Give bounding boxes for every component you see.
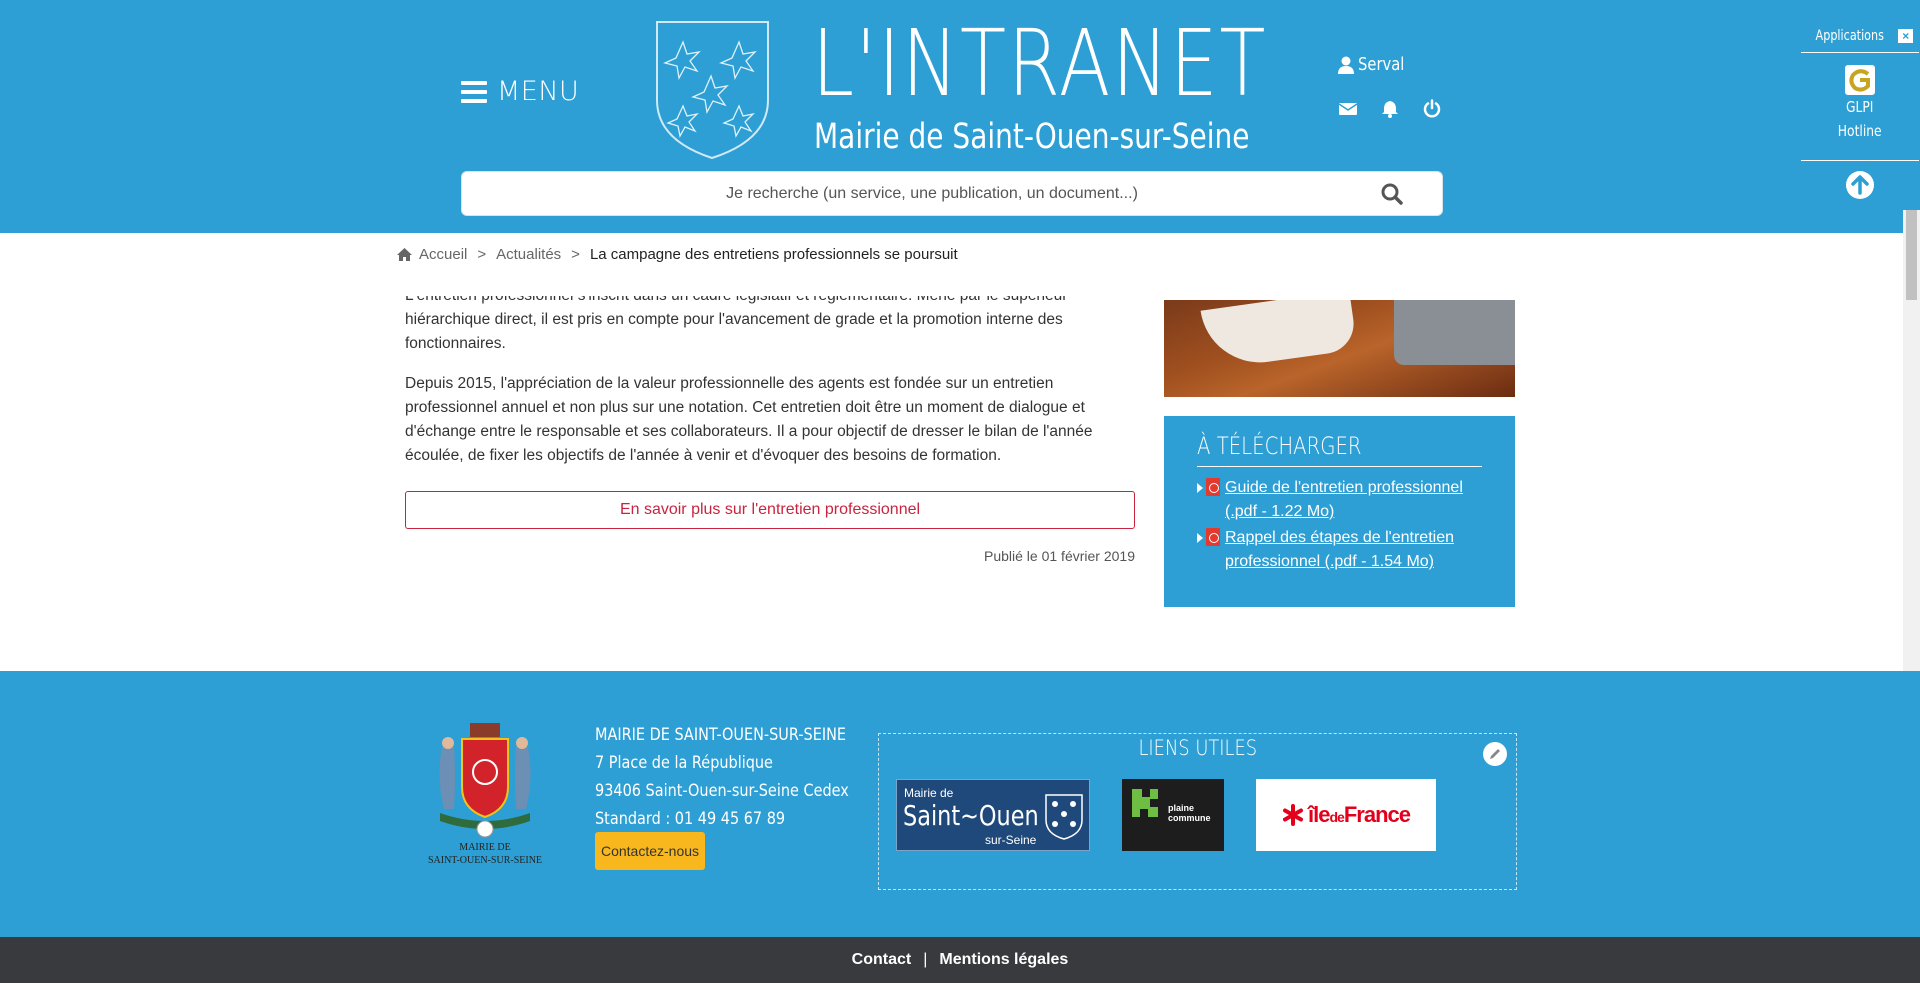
bottom-bar: Contact | Mentions légales xyxy=(0,937,1920,983)
saint-ouen-line: Mairie de xyxy=(904,786,954,800)
menu-button[interactable]: MENU xyxy=(461,76,579,107)
app-glpi-name: GLPI xyxy=(1846,98,1874,116)
download-item: Guide de l'entretien professionnel (.pdf… xyxy=(1197,476,1483,524)
caret-right-icon xyxy=(1197,533,1203,543)
breadcrumb-separator: > xyxy=(571,246,580,263)
saint-ouen-line: Saint~Ouen xyxy=(903,799,1039,832)
logo-caption-line: SAINT-OUEN-SUR-SEINE xyxy=(427,855,543,866)
close-icon[interactable]: × xyxy=(1898,29,1914,43)
download-item: Rappel des étapes de l'entretien profess… xyxy=(1197,526,1483,574)
city-crest-logo xyxy=(656,21,769,160)
search-button[interactable] xyxy=(1342,172,1442,215)
link-plaine-commune[interactable]: plaine commune xyxy=(1122,779,1224,851)
app-glpi[interactable]: GLPI Hotline xyxy=(1801,53,1919,160)
article-body: L'entretien professionnel s'inscrit dans… xyxy=(405,296,1135,484)
caret-right-icon xyxy=(1197,483,1203,493)
bell-icon[interactable] xyxy=(1380,99,1400,119)
idf-mid: de xyxy=(1329,809,1344,825)
saint-ouen-crest-icon xyxy=(1045,794,1083,840)
edit-pencil-icon[interactable] xyxy=(1483,742,1507,766)
bottom-separator: | xyxy=(923,951,928,968)
user-icon xyxy=(1338,56,1354,74)
downloads-box: À TÉLÉCHARGER Guide de l'entretien profe… xyxy=(1164,416,1515,607)
home-icon xyxy=(397,248,412,261)
idf-suffix: France xyxy=(1343,802,1411,827)
contact-link[interactable]: Contact xyxy=(852,951,912,969)
idf-prefix: île xyxy=(1308,802,1330,827)
plaine-line: plaine xyxy=(1168,803,1195,813)
breadcrumb-current: La campagne des entretiens professionnel… xyxy=(589,246,958,263)
published-date: Publié le 01 février 2019 xyxy=(984,548,1135,564)
contact-button[interactable]: Contactez-nous xyxy=(595,832,705,870)
address-line: 93406 Saint-Ouen-sur-Seine Cedex xyxy=(595,781,849,801)
applications-title: Applications xyxy=(1815,28,1884,44)
applications-panel: Applications × GLPI Hotline xyxy=(1800,19,1920,210)
breadcrumb-home[interactable]: Accueil xyxy=(419,246,467,263)
app-glpi-sub: Hotline xyxy=(1838,122,1882,140)
article-paragraph: Depuis 2015, l'appréciation de la valeur… xyxy=(405,375,1093,464)
user-tools xyxy=(1338,99,1442,119)
scroll-top-button[interactable] xyxy=(1801,161,1919,209)
plaine-commune-label: plaine commune xyxy=(1168,803,1211,823)
read-more-button[interactable]: En savoir plus sur l'entretien professio… xyxy=(405,491,1135,529)
download-link[interactable]: Rappel des étapes de l'entretien profess… xyxy=(1225,526,1483,574)
pdf-icon xyxy=(1206,528,1220,546)
scrollbar-thumb[interactable] xyxy=(1906,210,1917,300)
useful-links-title-text: LIENS UTILES xyxy=(1138,736,1257,760)
link-saint-ouen[interactable]: Mairie de Saint~Ouen sur-Seine xyxy=(896,779,1090,851)
download-link[interactable]: Guide de l'entretien professionnel (.pdf… xyxy=(1225,476,1483,524)
breadcrumb-separator: > xyxy=(477,246,487,263)
search-input[interactable] xyxy=(462,172,1342,215)
downloads-divider xyxy=(1197,466,1482,467)
arrow-up-circle-icon xyxy=(1846,171,1874,199)
user-account-link[interactable]: Serval xyxy=(1338,54,1415,75)
hamburger-icon xyxy=(461,80,487,103)
footer-address: MAIRIE DE SAINT-OUEN-SUR-SEINE 7 Place d… xyxy=(595,721,849,833)
downloads-title: À TÉLÉCHARGER xyxy=(1197,432,1362,460)
glpi-icon xyxy=(1845,65,1875,95)
logo-caption-line: MAIRIE DE xyxy=(459,842,511,853)
breadcrumb: Accueil > Actualités > La campagne des e… xyxy=(396,246,958,263)
search-bar xyxy=(461,171,1443,216)
mail-icon[interactable] xyxy=(1338,99,1358,119)
footer-logo-caption: MAIRIE DE SAINT-OUEN-SUR-SEINE xyxy=(415,841,555,867)
user-name: Serval xyxy=(1358,54,1405,75)
address-line: 7 Place de la République xyxy=(595,753,773,773)
search-icon xyxy=(1381,183,1403,205)
pdf-icon xyxy=(1206,478,1220,496)
saint-ouen-line: sur-Seine xyxy=(985,833,1037,847)
link-ile-de-france[interactable]: îledeFrance xyxy=(1256,779,1436,851)
legal-mentions-link[interactable]: Mentions légales xyxy=(939,951,1068,969)
useful-links-title: LIENS UTILES xyxy=(879,736,1516,760)
org-name: MAIRIE DE SAINT-OUEN-SUR-SEINE xyxy=(595,725,847,745)
article-paragraph: L'entretien professionnel s'inscrit dans… xyxy=(405,296,1067,352)
ile-de-france-star-icon xyxy=(1283,804,1304,826)
phone: Standard : 01 49 45 67 89 xyxy=(595,809,786,829)
breadcrumb-section[interactable]: Actualités xyxy=(496,246,561,263)
applications-header: Applications × xyxy=(1801,20,1919,52)
useful-links: LIENS UTILES Mairie de Saint~Ouen sur-Se… xyxy=(878,733,1517,890)
power-icon[interactable] xyxy=(1422,99,1442,119)
menu-label: MENU xyxy=(497,76,580,107)
plaine-line: commune xyxy=(1168,813,1211,823)
ile-de-france-wordmark: îledeFrance xyxy=(1308,802,1411,828)
site-footer: MAIRIE DE SAINT-OUEN-SUR-SEINE MAIRIE DE… xyxy=(0,671,1920,937)
article-image xyxy=(1164,300,1515,397)
site-subtitle: Mairie de Saint-Ouen-sur-Seine xyxy=(814,117,1250,157)
site-title: L'INTRANET xyxy=(812,10,1268,117)
site-header: MENU L'INTRANET Mairie de Saint-Ouen-sur… xyxy=(0,0,1920,233)
